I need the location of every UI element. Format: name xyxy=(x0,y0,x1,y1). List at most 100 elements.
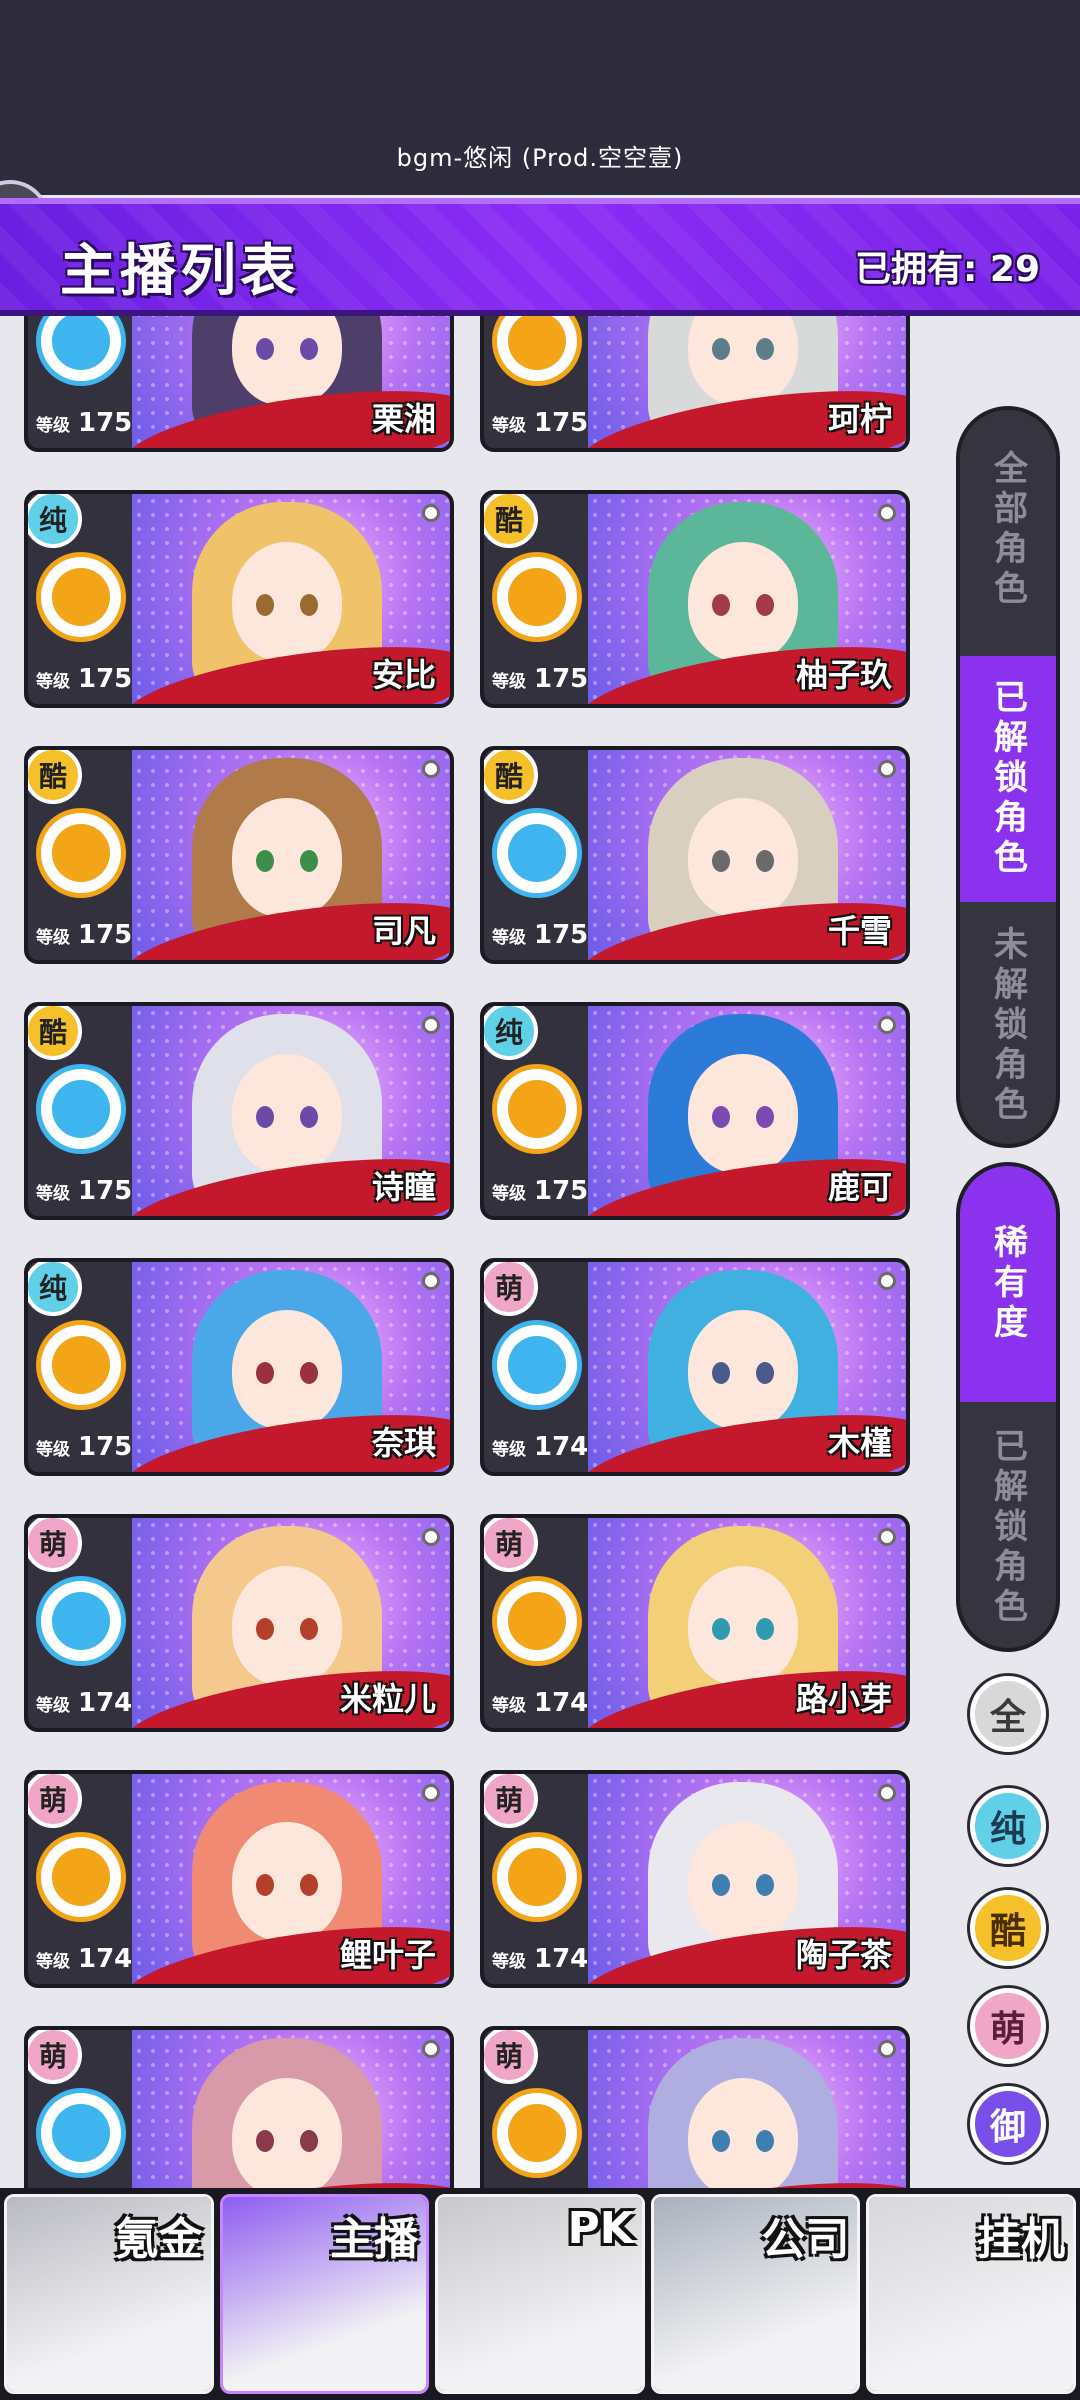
character-card[interactable]: 萌等级 174 木槿 xyxy=(480,1258,910,1476)
character-card[interactable]: 酷等级 175 千雪 xyxy=(480,746,910,964)
attribute-filter-4[interactable]: 御 xyxy=(970,2086,1046,2162)
character-card[interactable]: 纯等级 175 奈琪 xyxy=(24,1258,454,1476)
level-label: 等级 xyxy=(36,672,70,692)
portrait-face xyxy=(232,1310,342,1430)
portrait-face xyxy=(688,798,798,918)
attribute-badge: 酷 xyxy=(484,494,538,548)
level-label: 等级 xyxy=(36,928,70,948)
page-title: 主播列表 xyxy=(60,239,300,304)
portrait-eye xyxy=(712,1618,730,1640)
nav-tab-0[interactable]: 氪金 xyxy=(4,2194,214,2394)
character-name: 珂柠 xyxy=(827,400,892,438)
character-name: 鲤叶子 xyxy=(339,1936,436,1974)
attribute-badge: 萌 xyxy=(28,1518,82,1572)
portrait-eye xyxy=(756,594,774,616)
team-emblem-icon xyxy=(508,1592,566,1650)
character-card[interactable]: 纯等级 175 鹿可 xyxy=(480,1002,910,1220)
level-label: 等级 xyxy=(492,672,526,692)
portrait-eye xyxy=(300,2130,318,2152)
character-card[interactable]: 等级 175 栗湘 xyxy=(24,316,454,452)
nav-label: 氪金 xyxy=(114,2214,203,2265)
level-label: 等级 xyxy=(36,1696,70,1716)
character-card[interactable]: 酷等级 175 柚子玖 xyxy=(480,490,910,708)
team-emblem-icon xyxy=(52,2104,110,2162)
attribute-badge: 萌 xyxy=(484,1774,538,1828)
nav-tab-4[interactable]: 挂机 xyxy=(866,2194,1076,2394)
nav-tab-3[interactable]: 公司 xyxy=(650,2194,861,2394)
portrait-face xyxy=(232,798,342,918)
character-card[interactable]: 酷等级 175 司凡 xyxy=(24,746,454,964)
attribute-badge: 纯 xyxy=(484,1006,538,1060)
team-icon xyxy=(492,2088,582,2178)
character-card[interactable]: 纯等级 175 安比 xyxy=(24,490,454,708)
page-header: 主播列表 已拥有: 29 xyxy=(0,198,1080,316)
portrait-face xyxy=(688,1310,798,1430)
level-value: 175 xyxy=(534,1176,589,1206)
owned-count: 已拥有: 29 xyxy=(854,249,1040,290)
corner-dot-icon xyxy=(878,1528,896,1546)
level-label: 等级 xyxy=(492,416,526,436)
level-value: 174 xyxy=(78,1688,133,1718)
attribute-filter-3[interactable]: 萌 xyxy=(970,1988,1046,2064)
corner-dot-icon xyxy=(878,1784,896,1802)
character-name: 千雪 xyxy=(827,912,892,950)
level-value: 174 xyxy=(534,1944,589,1974)
portrait-eye xyxy=(256,850,274,872)
portrait-eye xyxy=(756,1618,774,1640)
character-card[interactable]: 萌等级 174 陶子茶 xyxy=(480,1770,910,1988)
attribute-badge: 萌 xyxy=(28,1774,82,1828)
filter-rarity-unlocked[interactable]: 已解锁角色 xyxy=(960,1408,1056,1648)
corner-dot-icon xyxy=(878,2040,896,2058)
portrait-face xyxy=(688,1054,798,1174)
team-icon xyxy=(36,1064,126,1154)
attribute-filter-1[interactable]: 纯 xyxy=(970,1788,1046,1864)
filter-locked-characters[interactable]: 未解锁角色 xyxy=(960,908,1056,1144)
team-emblem-icon xyxy=(508,1080,566,1138)
team-emblem-icon xyxy=(52,1080,110,1138)
character-name: 柚子玖 xyxy=(795,656,892,694)
bgm-label: bgm-悠闲 (Prod.空空壹) xyxy=(396,144,684,172)
character-card[interactable]: 等级 175 珂柠 xyxy=(480,316,910,452)
ownership-filter-panel: 全部角色 已解锁角色 未解锁角色 xyxy=(956,406,1060,1148)
status-area: bgm-悠闲 (Prod.空空壹) xyxy=(0,0,1080,195)
character-card[interactable]: 萌等级 174 米粒儿 xyxy=(24,1514,454,1732)
level-label: 等级 xyxy=(492,928,526,948)
level-value: 175 xyxy=(78,920,133,950)
portrait-eye xyxy=(756,338,774,360)
level-label: 等级 xyxy=(36,1440,70,1460)
team-emblem-icon xyxy=(508,568,566,626)
team-emblem-icon xyxy=(508,2104,566,2162)
character-card[interactable]: 萌等级 174 路小芽 xyxy=(480,1514,910,1732)
nav-tab-1[interactable]: 主播 xyxy=(219,2194,430,2394)
character-card[interactable]: 酷等级 175 诗瞳 xyxy=(24,1002,454,1220)
level-label: 等级 xyxy=(492,1696,526,1716)
character-card[interactable]: 萌 xyxy=(24,2026,454,2188)
nav-tab-2[interactable]: PK xyxy=(435,2194,645,2394)
level-label: 等级 xyxy=(492,1184,526,1204)
team-icon xyxy=(36,2088,126,2178)
filter-unlocked-characters[interactable]: 已解锁角色 xyxy=(960,656,1056,902)
team-icon xyxy=(36,808,126,898)
filter-all-characters[interactable]: 全部角色 xyxy=(960,410,1056,650)
nav-label: 挂机 xyxy=(976,2214,1065,2265)
portrait-eye xyxy=(756,850,774,872)
attribute-filter-0[interactable]: 全 xyxy=(970,1676,1046,1752)
portrait-eye xyxy=(256,1106,274,1128)
portrait-eye xyxy=(712,594,730,616)
team-emblem-icon xyxy=(508,1848,566,1906)
character-name: 鹿可 xyxy=(827,1168,892,1206)
portrait-eye xyxy=(712,1362,730,1384)
corner-dot-icon xyxy=(422,1784,440,1802)
character-name: 安比 xyxy=(371,656,436,694)
filter-rarity[interactable]: 稀有度 xyxy=(960,1166,1056,1402)
level-value: 175 xyxy=(534,408,589,438)
portrait-eye xyxy=(712,1106,730,1128)
team-emblem-icon xyxy=(52,1848,110,1906)
character-card[interactable]: 萌 xyxy=(480,2026,910,2188)
character-card[interactable]: 萌等级 174 鲤叶子 xyxy=(24,1770,454,1988)
level-value: 174 xyxy=(78,1944,133,1974)
attribute-filter-2[interactable]: 酷 xyxy=(970,1890,1046,1966)
portrait-eye xyxy=(256,594,274,616)
team-emblem-icon xyxy=(508,316,566,370)
streamer-grid-viewport[interactable]: 等级 175 栗湘 等级 175 珂柠纯等级 175 安比酷等级 175 柚子玖酷等级 175 司凡酷… xyxy=(0,316,940,2188)
